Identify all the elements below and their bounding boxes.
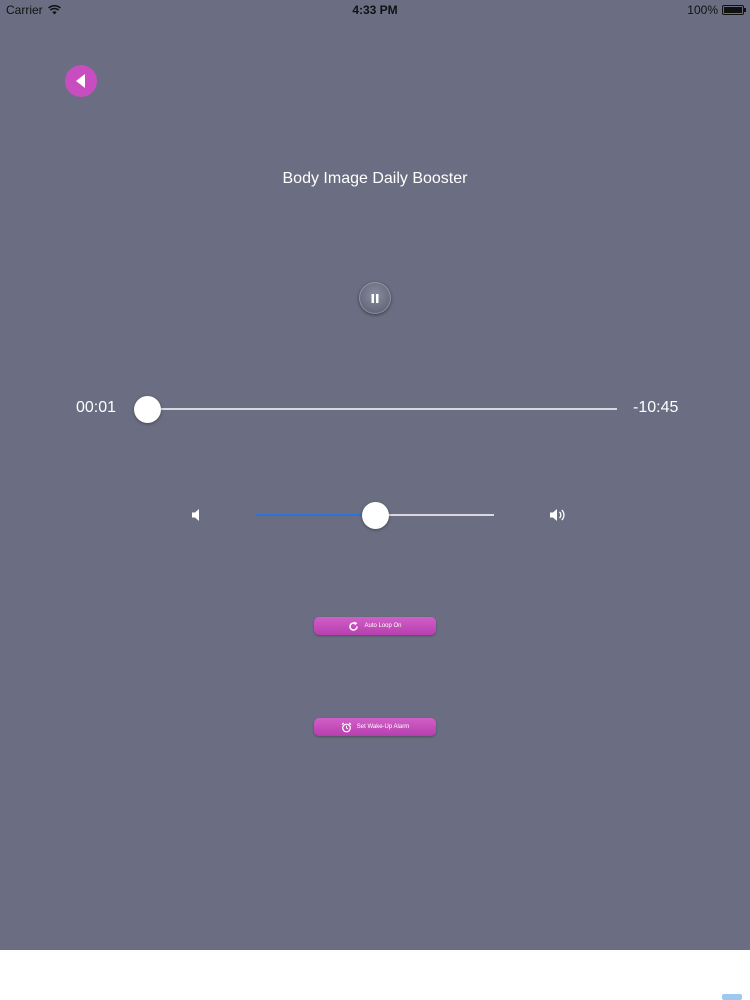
loop-icon <box>349 621 359 631</box>
auto-loop-button[interactable]: Auto Loop On <box>314 617 436 635</box>
status-battery: 100% <box>687 3 746 17</box>
volume-thumb[interactable] <box>361 501 389 529</box>
wake-alarm-button[interactable]: Set Wake-Up Alarm <box>314 718 436 736</box>
volume-fill <box>256 514 375 516</box>
remaining-time: -10:45 <box>633 399 679 416</box>
auto-loop-label: Auto Loop On <box>364 623 402 629</box>
player-screen: Carrier 4:33 PM 100% Body Image Daily Bo… <box>0 0 750 950</box>
alarm-clock-icon <box>341 722 352 732</box>
pause-button[interactable] <box>359 282 391 314</box>
volume-low-icon <box>192 509 199 521</box>
progress-slider[interactable] <box>147 408 617 410</box>
page-title: Body Image Daily Booster <box>282 170 468 187</box>
battery-percent: 100% <box>687 3 718 17</box>
status-time: 4:33 PM <box>352 3 398 17</box>
wake-alarm-label: Set Wake-Up Alarm <box>356 724 410 730</box>
back-arrow-icon <box>76 74 85 88</box>
progress-thumb[interactable] <box>133 395 161 423</box>
volume-high-icon <box>550 509 565 521</box>
keyboard-indicator <box>722 994 742 1000</box>
pause-icon <box>371 293 379 303</box>
back-button[interactable] <box>65 65 97 97</box>
battery-icon <box>722 5 746 15</box>
elapsed-time: 00:01 <box>76 399 117 416</box>
status-bar: Carrier 4:33 PM 100% <box>0 0 750 20</box>
